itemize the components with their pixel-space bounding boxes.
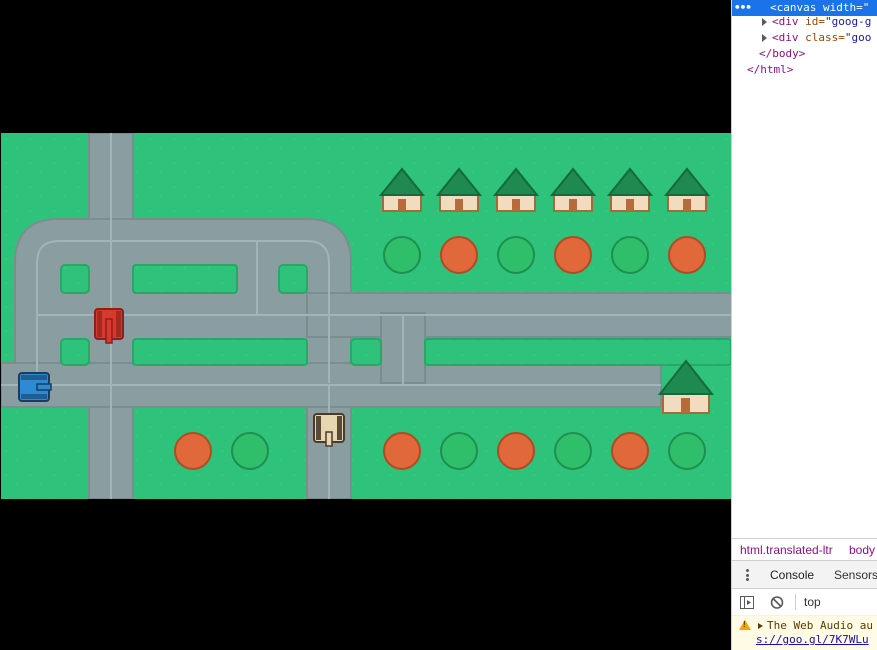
beige-tank[interactable] (313, 413, 345, 447)
tree (231, 432, 269, 470)
dom-node-div-id[interactable]: <div id="goog-g (762, 14, 871, 30)
tree (383, 236, 421, 274)
console-warning: The Web Audio au s://goo.gl/7K7WLu (732, 615, 877, 650)
expand-triangle-icon[interactable] (758, 623, 763, 629)
tree (668, 432, 706, 470)
tree (440, 236, 478, 274)
drawer-tabbar: Console Sensors (732, 560, 877, 591)
tree (497, 432, 535, 470)
context-selector[interactable]: top (804, 589, 821, 615)
game-canvas[interactable] (1, 133, 731, 499)
expand-triangle-icon[interactable] (762, 18, 767, 26)
tab-sensors[interactable]: Sensors (826, 561, 877, 589)
tree (174, 432, 212, 470)
sidebar-toggle-icon[interactable] (740, 596, 754, 609)
tree (383, 432, 421, 470)
blue-tank[interactable] (18, 372, 52, 402)
game-viewport[interactable] (0, 0, 731, 650)
warning-icon (739, 620, 751, 630)
tree (611, 236, 649, 274)
dom-node-div-class[interactable]: <div class="goo (762, 30, 871, 46)
clear-console-icon[interactable] (770, 596, 784, 609)
console-toolbar: top (732, 588, 877, 615)
dom-node-body-close[interactable]: </body> (759, 46, 805, 62)
dom-node-html-close[interactable]: </html> (747, 62, 793, 78)
kebab-menu-icon[interactable] (746, 569, 749, 581)
tab-console[interactable]: Console (762, 561, 823, 591)
toolbar-divider (795, 594, 796, 610)
red-tank[interactable] (94, 308, 124, 344)
tree (668, 236, 706, 274)
expand-triangle-icon[interactable] (762, 34, 767, 42)
tree (554, 432, 592, 470)
breadcrumb: html.translated-ltr body (732, 538, 877, 560)
tree (497, 236, 535, 274)
breadcrumb-html[interactable]: html.translated-ltr (740, 539, 833, 561)
warning-message[interactable]: The Web Audio au (758, 619, 873, 632)
tree (554, 236, 592, 274)
tree (440, 432, 478, 470)
breadcrumb-body[interactable]: body (849, 539, 875, 561)
tree (611, 432, 649, 470)
warning-link[interactable]: s://goo.gl/7K7WLu (756, 633, 869, 646)
more-icon[interactable]: ••• (734, 0, 752, 16)
devtools-panel: ••• <canvas width=" <div id="goog-g <div… (731, 0, 877, 650)
